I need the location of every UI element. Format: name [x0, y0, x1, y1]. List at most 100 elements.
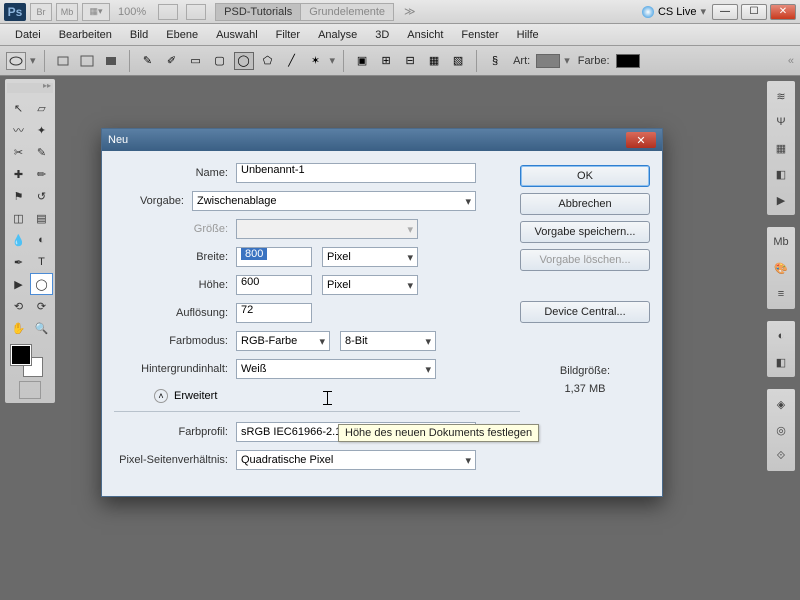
- zoom-level[interactable]: 100%: [118, 6, 146, 18]
- blur-tool-icon[interactable]: 💧: [7, 229, 30, 251]
- collapse-options-icon[interactable]: «: [788, 55, 794, 67]
- breite-unit-select[interactable]: Pixel: [322, 247, 418, 267]
- maximize-button[interactable]: ☐: [741, 4, 767, 20]
- ok-button[interactable]: OK: [520, 165, 650, 187]
- styles-panel-icon[interactable]: ≡: [771, 285, 791, 303]
- dialog-close-button[interactable]: ✕: [626, 132, 656, 148]
- hand-tool-icon[interactable]: ✋: [7, 317, 30, 339]
- intersect-shape-icon[interactable]: ▦: [424, 52, 444, 70]
- zoom-tool-icon[interactable]: 🔍: [30, 317, 53, 339]
- subtract-shape-icon[interactable]: ⊟: [400, 52, 420, 70]
- art-swatch[interactable]: [536, 54, 560, 68]
- color-swatches[interactable]: [7, 343, 53, 379]
- type-tool-icon[interactable]: T: [30, 251, 53, 273]
- vorgabe-select[interactable]: Zwischenablage: [192, 191, 476, 211]
- menu-datei[interactable]: Datei: [6, 27, 50, 43]
- menu-3d[interactable]: 3D: [366, 27, 398, 43]
- rounded-rect-shape-icon[interactable]: ▢: [210, 52, 230, 70]
- farbmodus-select[interactable]: RGB-Farbe: [236, 331, 330, 351]
- swatches-panel-icon[interactable]: 🎨: [771, 259, 791, 277]
- close-button[interactable]: ✕: [770, 4, 796, 20]
- 3d-tool-icon[interactable]: ⟲: [7, 295, 30, 317]
- freeform-pen-icon[interactable]: ✐: [162, 52, 182, 70]
- quickmask-icon[interactable]: [19, 381, 41, 399]
- exclude-shape-icon[interactable]: ▧: [448, 52, 468, 70]
- crop-tool-icon[interactable]: ✂: [7, 141, 30, 163]
- history-brush-icon[interactable]: ↺: [30, 185, 53, 207]
- screen-mode-icon[interactable]: [186, 4, 206, 20]
- custom-shape-icon[interactable]: ✶: [306, 52, 326, 70]
- menu-bearbeiten[interactable]: Bearbeiten: [50, 27, 121, 43]
- bridge-icon[interactable]: Br: [30, 3, 52, 21]
- aufloesung-input[interactable]: 72: [236, 303, 312, 323]
- paths-panel-icon[interactable]: ⟐: [771, 447, 791, 465]
- rectangle-shape-icon[interactable]: ▭: [186, 52, 206, 70]
- menu-filter[interactable]: Filter: [267, 27, 309, 43]
- minibridge-icon[interactable]: Mb: [56, 3, 78, 21]
- layout-picker-icon[interactable]: ▦▾: [82, 3, 110, 21]
- line-shape-icon[interactable]: ╱: [282, 52, 302, 70]
- adjustments-panel-icon[interactable]: ◐: [771, 327, 791, 345]
- polygon-shape-icon[interactable]: ⬠: [258, 52, 278, 70]
- menu-ebene[interactable]: Ebene: [157, 27, 207, 43]
- move-tool-icon[interactable]: ↖: [7, 97, 30, 119]
- channels-panel-icon[interactable]: ◎: [771, 421, 791, 439]
- link-style-icon[interactable]: §: [485, 52, 505, 70]
- menu-bild[interactable]: Bild: [121, 27, 157, 43]
- info-panel-icon[interactable]: ▦: [771, 139, 791, 157]
- pen-icon[interactable]: ✎: [138, 52, 158, 70]
- name-input[interactable]: Unbenannt-1: [236, 163, 476, 183]
- fill-pixels-icon[interactable]: [101, 52, 121, 70]
- brush-tool-icon[interactable]: ✏: [30, 163, 53, 185]
- breite-input[interactable]: 800: [236, 247, 312, 267]
- pixelsv-select[interactable]: Quadratische Pixel: [236, 450, 476, 470]
- magic-wand-icon[interactable]: ✦: [30, 119, 53, 141]
- farbe-swatch[interactable]: [616, 54, 640, 68]
- shape-tool-icon[interactable]: ◯: [30, 273, 53, 295]
- paths-icon[interactable]: [77, 52, 97, 70]
- cancel-button[interactable]: Abbrechen: [520, 193, 650, 215]
- healing-tool-icon[interactable]: ✚: [7, 163, 30, 185]
- menu-ansicht[interactable]: Ansicht: [398, 27, 452, 43]
- eyedropper-tool-icon[interactable]: ✎: [30, 141, 53, 163]
- navigator-panel-icon[interactable]: Ψ: [771, 113, 791, 131]
- gradient-tool-icon[interactable]: ▤: [30, 207, 53, 229]
- hoehe-input[interactable]: 600: [236, 275, 312, 295]
- add-to-shape-icon[interactable]: ⊞: [376, 52, 396, 70]
- lasso-tool-icon[interactable]: 〰: [7, 119, 30, 141]
- foreground-color-swatch[interactable]: [11, 345, 31, 365]
- ellipse-shape-icon[interactable]: ◯: [234, 52, 254, 70]
- new-shape-layer-icon[interactable]: ▣: [352, 52, 372, 70]
- minimize-button[interactable]: —: [712, 4, 738, 20]
- tab-psd-tutorials[interactable]: PSD-Tutorials: [215, 3, 301, 21]
- dodge-tool-icon[interactable]: ◐: [30, 229, 53, 251]
- dialog-titlebar[interactable]: Neu ✕: [102, 129, 662, 151]
- more-tabs-icon[interactable]: ≫: [404, 5, 416, 18]
- eraser-tool-icon[interactable]: ◫: [7, 207, 30, 229]
- arrange-docs-icon[interactable]: [158, 4, 178, 20]
- color-panel-icon[interactable]: ◧: [771, 165, 791, 183]
- tab-grundelemente[interactable]: Grundelemente: [300, 3, 394, 21]
- layers-panel-icon[interactable]: ◈: [771, 395, 791, 413]
- device-central-button[interactable]: Device Central...: [520, 301, 650, 323]
- stamp-tool-icon[interactable]: ⚑: [7, 185, 30, 207]
- pen-tool-icon[interactable]: ✒: [7, 251, 30, 273]
- hoehe-unit-select[interactable]: Pixel: [322, 275, 418, 295]
- 3d-camera-icon[interactable]: ⟳: [30, 295, 53, 317]
- save-preset-button[interactable]: Vorgabe speichern...: [520, 221, 650, 243]
- minibridge-panel-icon[interactable]: Mb: [771, 233, 791, 251]
- cs-live-button[interactable]: CS Live ▾: [642, 5, 706, 18]
- bg-select[interactable]: Weiß: [236, 359, 436, 379]
- current-tool-icon[interactable]: [6, 52, 26, 70]
- actions-panel-icon[interactable]: ▶: [771, 191, 791, 209]
- marquee-tool-icon[interactable]: ▱: [30, 97, 53, 119]
- masks-panel-icon[interactable]: ◧: [771, 353, 791, 371]
- menu-fenster[interactable]: Fenster: [452, 27, 507, 43]
- menu-auswahl[interactable]: Auswahl: [207, 27, 267, 43]
- path-select-icon[interactable]: ▶: [7, 273, 30, 295]
- menu-hilfe[interactable]: Hilfe: [508, 27, 548, 43]
- histogram-panel-icon[interactable]: ≋: [771, 87, 791, 105]
- menu-analyse[interactable]: Analyse: [309, 27, 366, 43]
- toolbox-grip[interactable]: [7, 83, 53, 93]
- shape-layers-icon[interactable]: [53, 52, 73, 70]
